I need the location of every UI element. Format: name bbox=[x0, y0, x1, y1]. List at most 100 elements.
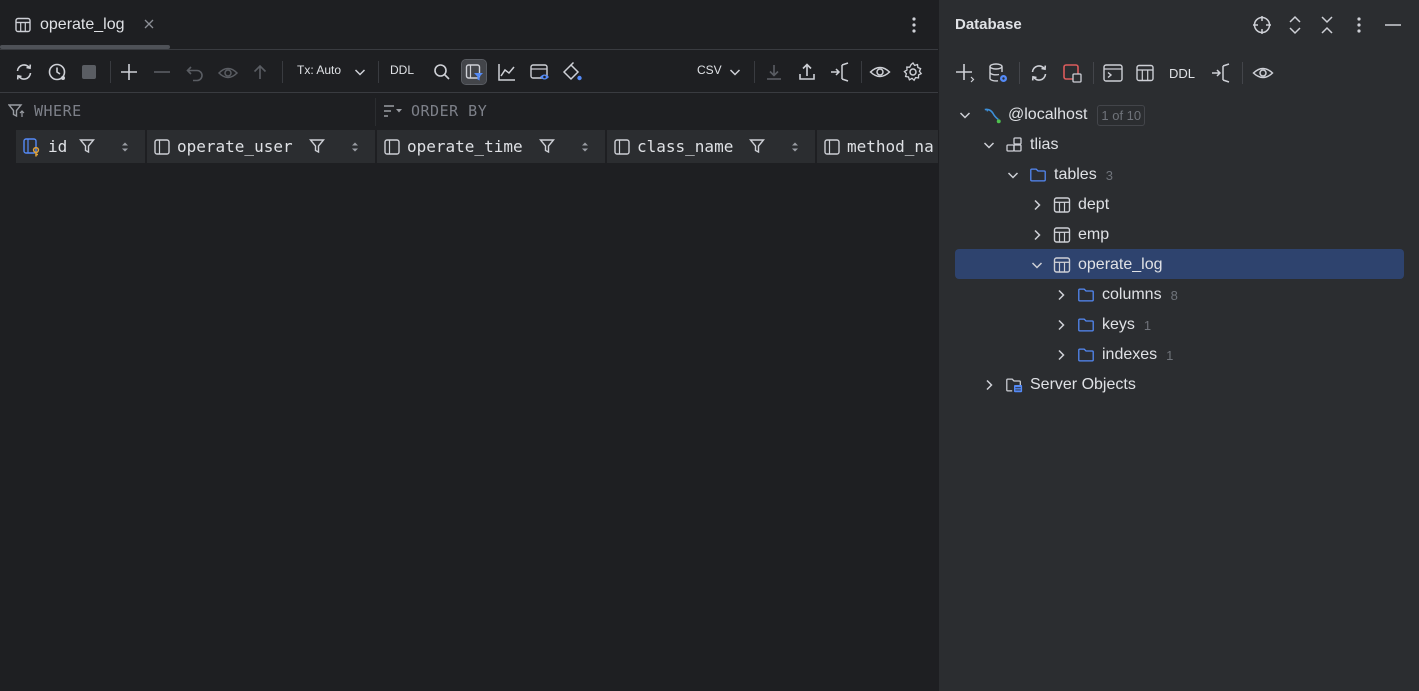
mysql-datasource-icon bbox=[983, 106, 1001, 124]
format-paint-icon[interactable] bbox=[560, 60, 584, 84]
column-icon bbox=[383, 138, 401, 156]
ddl-button[interactable]: DDL bbox=[390, 63, 414, 77]
preview-changes-icon[interactable] bbox=[216, 60, 240, 84]
column-icon bbox=[823, 138, 841, 156]
tree-node-localhost[interactable]: @localhost 1 of 10 bbox=[957, 100, 1146, 130]
tree-node-columns[interactable]: columns 8 bbox=[1053, 280, 1178, 310]
tree-node-tlias[interactable]: tlias bbox=[981, 130, 1058, 160]
gear-icon[interactable] bbox=[901, 60, 925, 84]
close-icon[interactable] bbox=[141, 16, 157, 32]
tree-node-operate-log[interactable]: operate_log bbox=[1029, 250, 1163, 280]
tree-node-server-objects[interactable]: Server Objects bbox=[981, 370, 1136, 400]
import-icon[interactable] bbox=[762, 60, 786, 84]
column-label: operate_time bbox=[407, 137, 523, 156]
disconnect-icon[interactable] bbox=[1060, 61, 1084, 85]
tree-node-indexes[interactable]: indexes 1 bbox=[1053, 340, 1173, 370]
column-icon bbox=[613, 138, 631, 156]
eye-icon[interactable] bbox=[868, 60, 892, 84]
tab-operate-log[interactable]: operate_log bbox=[0, 0, 170, 50]
tx-mode-label[interactable]: Tx: Auto bbox=[297, 63, 341, 77]
chevron-down-icon[interactable] bbox=[981, 137, 997, 153]
filter-panel-icon[interactable] bbox=[461, 59, 487, 85]
table-editor: operate_log Tx: Auto DDL CSV WHERE ORDER… bbox=[0, 0, 938, 691]
database-toolbar: DDL bbox=[939, 50, 1419, 94]
table-icon bbox=[14, 16, 32, 34]
eye-icon[interactable] bbox=[1251, 61, 1275, 85]
export-format-label[interactable]: CSV bbox=[697, 63, 722, 77]
chevron-right-icon[interactable] bbox=[1029, 197, 1045, 213]
where-filter-input[interactable]: WHERE bbox=[8, 102, 82, 120]
submit-icon[interactable] bbox=[248, 60, 272, 84]
column-header-operate-time[interactable]: operate_time bbox=[377, 130, 607, 163]
chart-icon[interactable] bbox=[495, 60, 519, 84]
node-label: operate_log bbox=[1078, 256, 1163, 273]
ddl-button[interactable]: DDL bbox=[1169, 66, 1195, 81]
tree-node-keys[interactable]: keys 1 bbox=[1053, 310, 1151, 340]
sort-toggle-icon[interactable] bbox=[580, 140, 590, 154]
chevron-right-icon[interactable] bbox=[1053, 317, 1069, 333]
export-icon[interactable] bbox=[795, 60, 819, 84]
node-count: 1 bbox=[1166, 347, 1174, 363]
chevron-down-icon[interactable] bbox=[348, 60, 372, 84]
node-label: dept bbox=[1078, 196, 1110, 213]
refresh-icon[interactable] bbox=[1027, 61, 1051, 85]
folder-icon bbox=[1077, 286, 1095, 304]
column-icon bbox=[153, 138, 171, 156]
add-datasource-icon[interactable] bbox=[953, 61, 977, 85]
refresh-icon[interactable] bbox=[12, 60, 36, 84]
chevron-right-icon[interactable] bbox=[1053, 287, 1069, 303]
node-label: emp bbox=[1078, 226, 1110, 243]
compare-icon[interactable] bbox=[828, 60, 852, 84]
tab-active-indicator bbox=[0, 45, 170, 49]
column-header-method-name[interactable]: method_na bbox=[817, 130, 938, 163]
chevron-down-icon[interactable] bbox=[1005, 167, 1021, 183]
filter-icon[interactable] bbox=[749, 138, 765, 154]
node-label: Server Objects bbox=[1030, 376, 1136, 393]
tree-node-emp[interactable]: emp bbox=[1029, 220, 1109, 250]
value-viewer-icon[interactable] bbox=[528, 60, 552, 84]
chevron-right-icon[interactable] bbox=[1053, 347, 1069, 363]
schema-count-badge[interactable]: 1 of 10 bbox=[1097, 104, 1146, 126]
sort-toggle-icon[interactable] bbox=[350, 140, 360, 154]
filter-icon[interactable] bbox=[309, 138, 325, 154]
filter-icon[interactable] bbox=[79, 138, 95, 154]
column-header-id[interactable]: id bbox=[16, 130, 147, 163]
datasource-properties-icon[interactable] bbox=[986, 61, 1010, 85]
filter-bar: WHERE ORDER BY bbox=[0, 94, 938, 130]
search-icon[interactable] bbox=[430, 60, 454, 84]
more-vertical-icon[interactable] bbox=[1349, 14, 1369, 36]
ide-window: operate_log Tx: Auto DDL CSV WHERE ORDER… bbox=[0, 0, 1419, 691]
collapse-all-icon[interactable] bbox=[1317, 14, 1337, 36]
expand-all-icon[interactable] bbox=[1285, 14, 1305, 36]
schema-icon bbox=[1005, 136, 1023, 154]
add-row-icon[interactable] bbox=[117, 60, 141, 84]
remove-row-icon[interactable] bbox=[150, 60, 174, 84]
node-label: tables bbox=[1054, 166, 1097, 183]
table-icon[interactable] bbox=[1133, 61, 1157, 85]
node-label: columns bbox=[1102, 286, 1162, 303]
chevron-down-icon[interactable] bbox=[1029, 257, 1045, 273]
query-console-icon[interactable] bbox=[1101, 61, 1125, 85]
chevron-right-icon[interactable] bbox=[1029, 227, 1045, 243]
chevron-down-icon[interactable] bbox=[723, 60, 747, 84]
minimize-icon[interactable] bbox=[1383, 14, 1403, 36]
stop-icon[interactable] bbox=[77, 60, 101, 84]
history-icon[interactable] bbox=[45, 60, 69, 84]
column-header-operate-user[interactable]: operate_user bbox=[147, 130, 377, 163]
column-header-class-name[interactable]: class_name bbox=[607, 130, 817, 163]
undo-icon[interactable] bbox=[183, 60, 207, 84]
sort-toggle-icon[interactable] bbox=[790, 140, 800, 154]
chevron-right-icon[interactable] bbox=[981, 377, 997, 393]
filter-icon[interactable] bbox=[539, 138, 555, 154]
locate-icon[interactable] bbox=[1252, 14, 1272, 36]
column-label: class_name bbox=[637, 137, 734, 156]
tree-node-dept[interactable]: dept bbox=[1029, 190, 1109, 220]
chevron-down-icon[interactable] bbox=[957, 107, 973, 123]
tree-node-tables[interactable]: tables 3 bbox=[1005, 160, 1113, 190]
compare-icon[interactable] bbox=[1209, 61, 1233, 85]
sort-toggle-icon[interactable] bbox=[120, 140, 130, 154]
order-by-input[interactable]: ORDER BY bbox=[383, 102, 487, 120]
more-vertical-icon[interactable] bbox=[904, 14, 924, 36]
folder-icon bbox=[1077, 316, 1095, 334]
folder-icon bbox=[1029, 166, 1047, 184]
